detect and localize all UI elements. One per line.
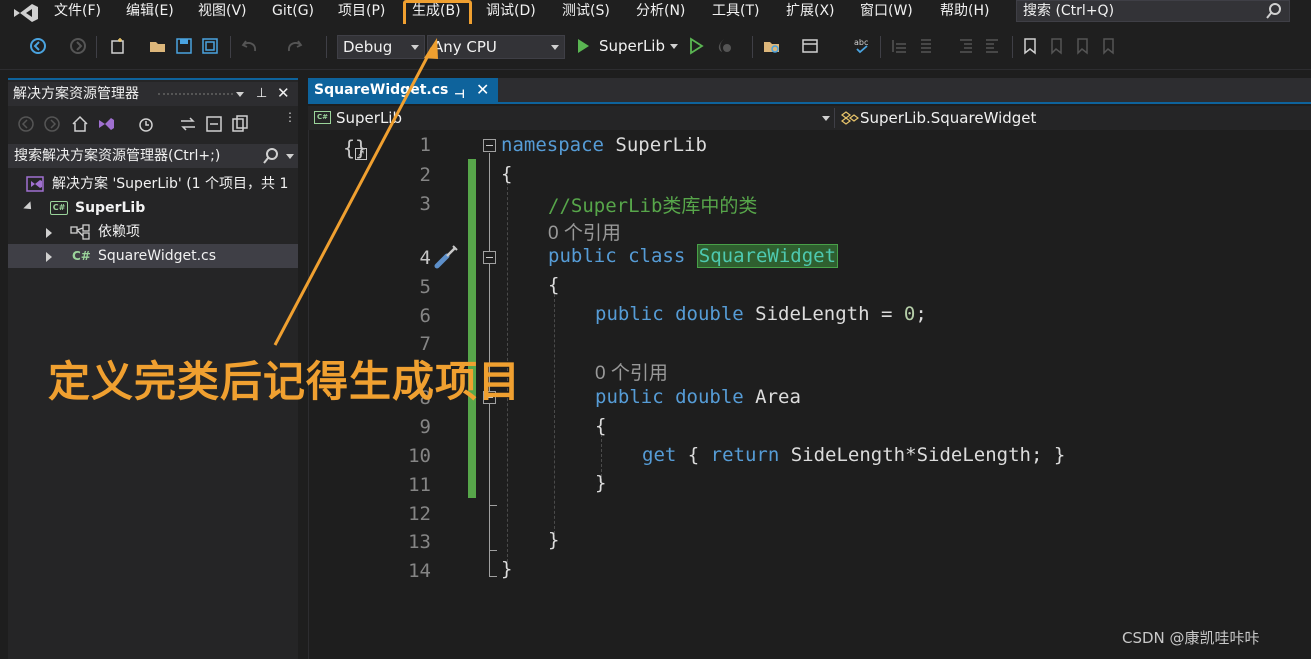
watermark: CSDN @康凯哇咔咔 [1122, 629, 1260, 647]
annotation-callout: 定义完类后记得生成项目 [48, 357, 522, 406]
annotation-arrow [273, 38, 438, 346]
